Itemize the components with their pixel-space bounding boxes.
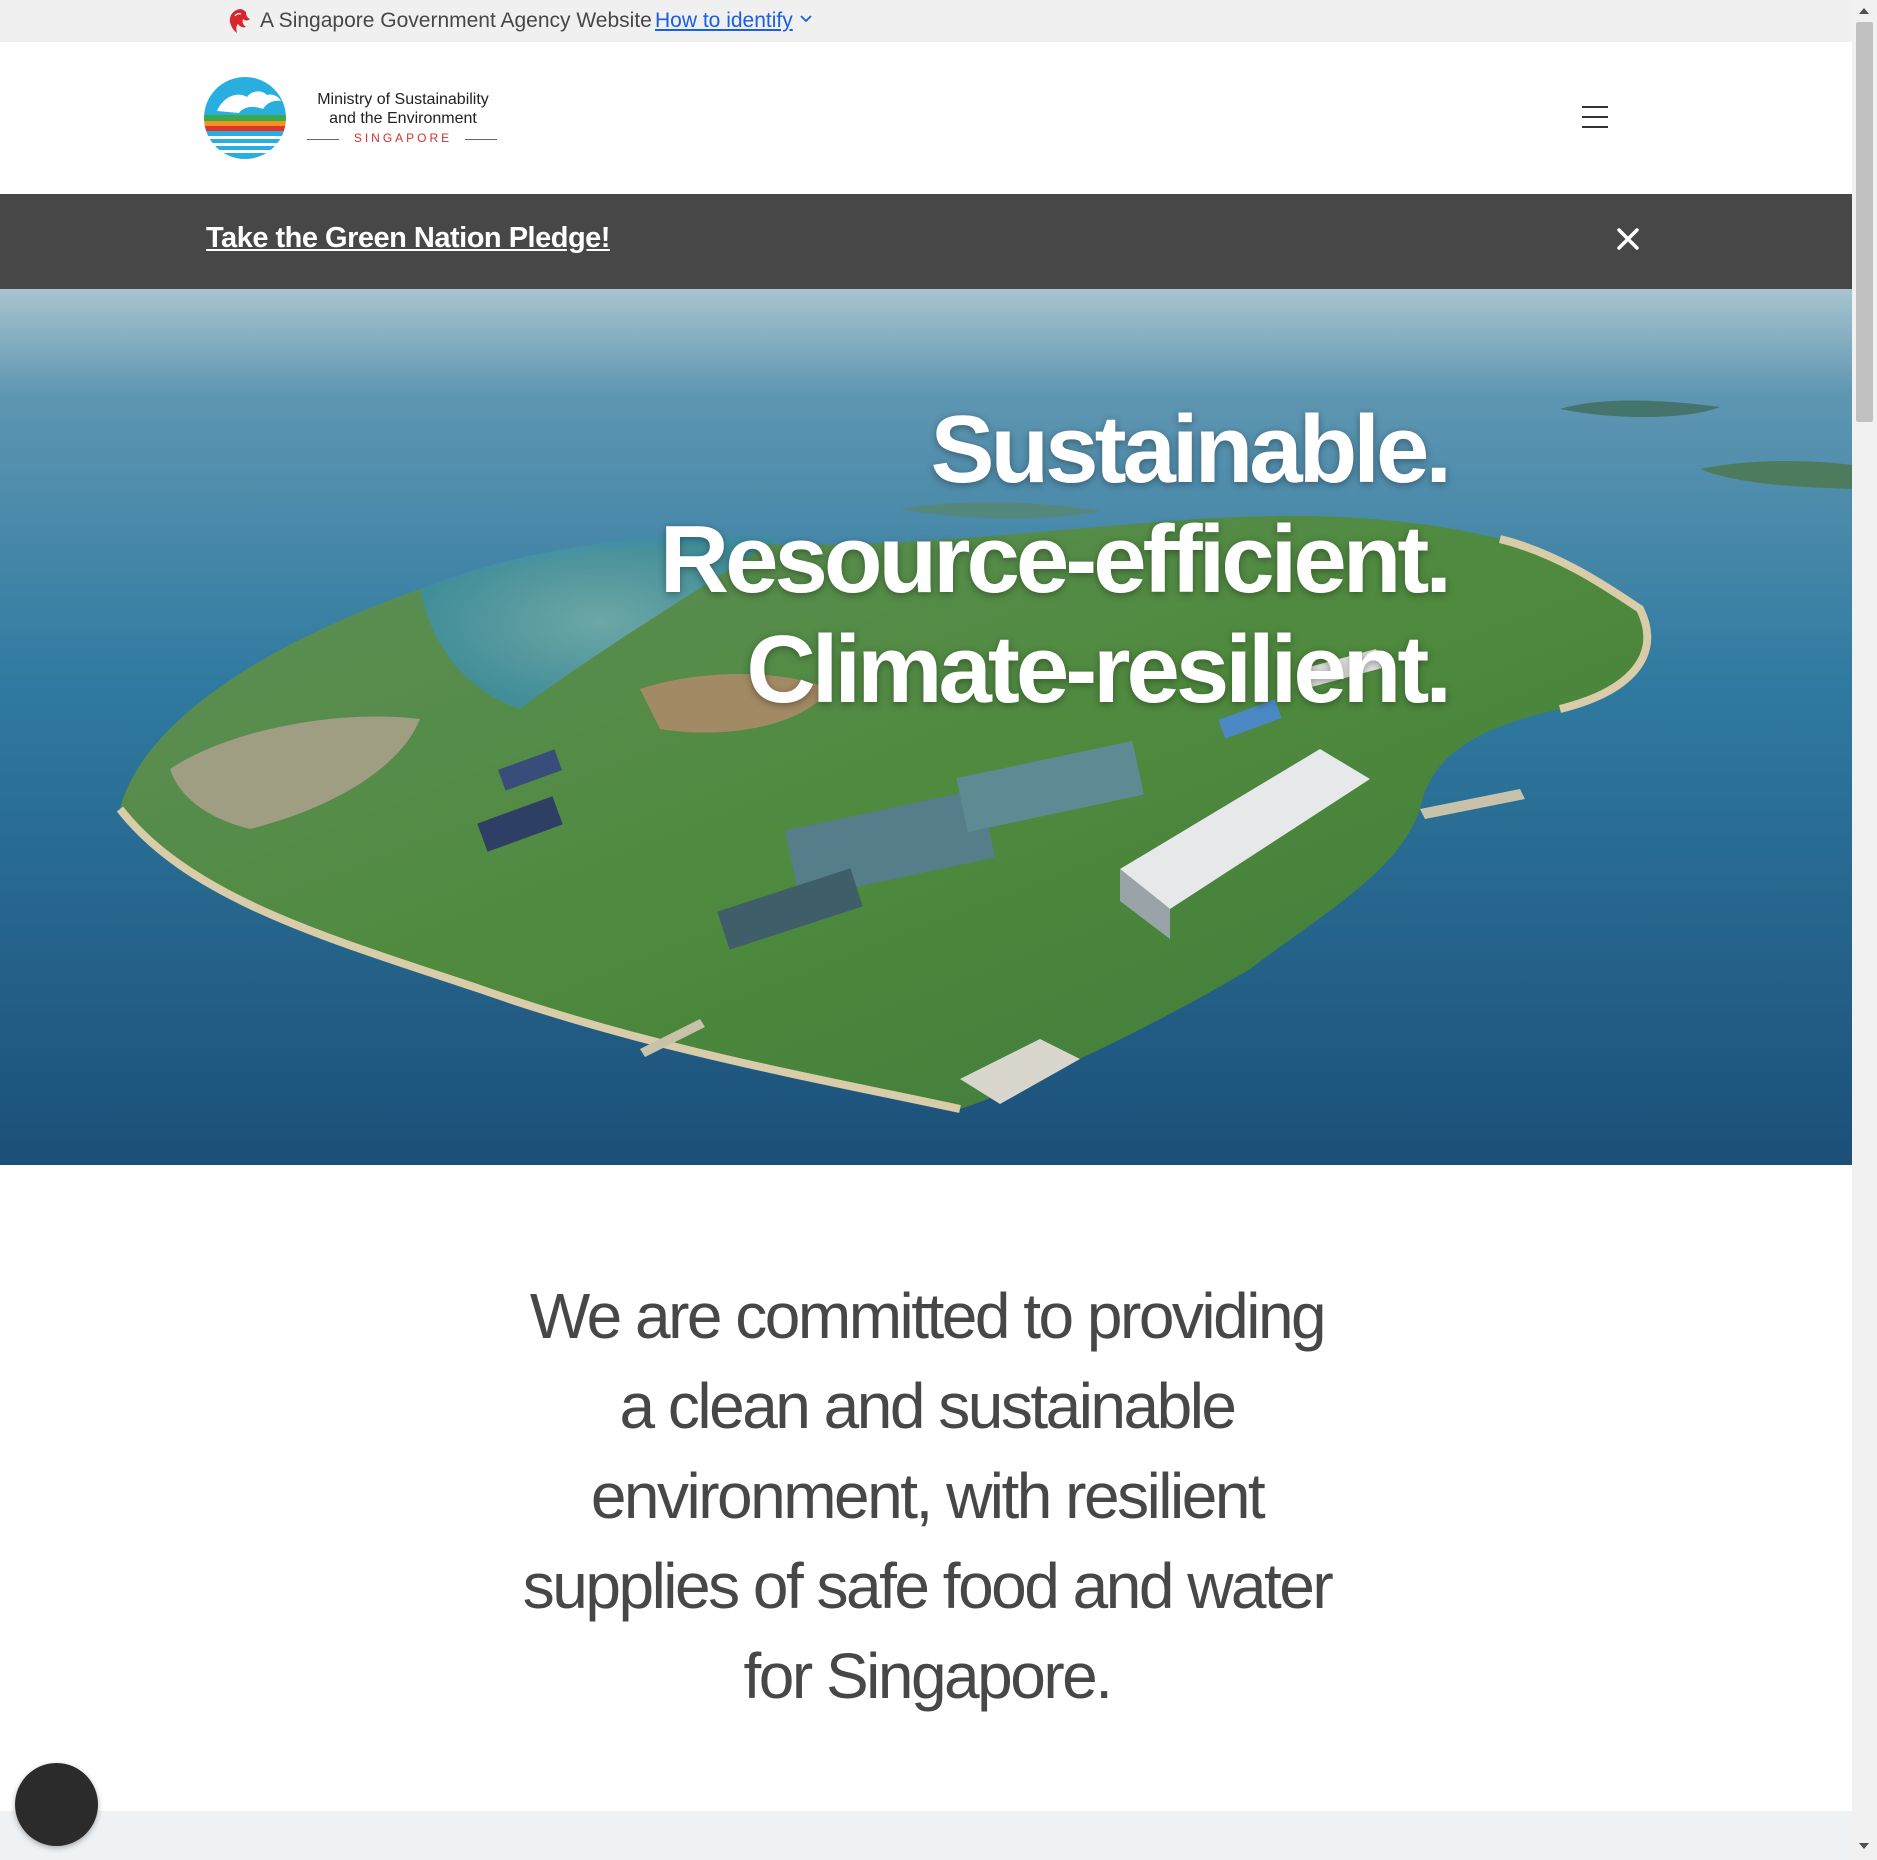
announcement-bar: Take the Green Nation Pledge! bbox=[0, 194, 1852, 289]
scrollbar-thumb[interactable] bbox=[1856, 22, 1873, 422]
chevron-down-icon[interactable] bbox=[799, 14, 813, 24]
hero-tagline: Sustainable. Resource-efficient. Climate… bbox=[659, 395, 1453, 725]
lion-head-icon bbox=[229, 9, 250, 33]
close-icon[interactable] bbox=[1613, 224, 1643, 254]
logo-country: SINGAPORE bbox=[353, 131, 453, 145]
mission-line-4: supplies of safe food and water bbox=[522, 1550, 1334, 1622]
logo-rule-right bbox=[465, 139, 497, 140]
tagline-line-2: Resource-efficient. bbox=[659, 506, 1452, 613]
site-header: Ministry of Sustainability and the Envir… bbox=[0, 42, 1852, 194]
mission-line-3: environment, with resilient bbox=[590, 1460, 1266, 1532]
mission-line-5: for Singapore. bbox=[743, 1640, 1113, 1712]
hamburger-icon-bar-middle bbox=[1582, 116, 1608, 118]
mse-emblem-icon bbox=[204, 77, 286, 159]
page: A Singapore Government Agency Website Ho… bbox=[0, 0, 1852, 1860]
scroll-up-arrow-icon[interactable] bbox=[1859, 8, 1869, 14]
hamburger-icon-bar-top bbox=[1582, 106, 1608, 108]
hero-banner: Sustainable. Resource-efficient. Climate… bbox=[0, 289, 1852, 1165]
agency-text: A Singapore Government Agency Website bbox=[260, 9, 652, 32]
tagline-line-3: Climate-resilient. bbox=[746, 616, 1452, 723]
chat-widget-button[interactable] bbox=[15, 1763, 98, 1846]
mse-logo[interactable]: Ministry of Sustainability and the Envir… bbox=[203, 75, 503, 161]
logo-text-line2: and the Environment bbox=[329, 110, 477, 127]
mission-statement: We are committed to providing a clean an… bbox=[502, 1271, 1352, 1721]
mission-line-1: We are committed to providing bbox=[529, 1280, 1327, 1352]
green-nation-pledge-link[interactable]: Take the Green Nation Pledge! bbox=[206, 222, 610, 255]
next-section bbox=[0, 1811, 1852, 1860]
how-to-identify-link[interactable]: How to identify bbox=[655, 8, 793, 34]
gov-masthead: A Singapore Government Agency Website Ho… bbox=[0, 0, 1852, 42]
scroll-down-arrow-icon[interactable] bbox=[1859, 1843, 1869, 1849]
hamburger-menu-button[interactable] bbox=[1582, 106, 1608, 128]
mission-line-2: a clean and sustainable bbox=[619, 1370, 1238, 1442]
vertical-scrollbar[interactable] bbox=[1852, 0, 1877, 1860]
tagline-line-1: Sustainable. bbox=[930, 396, 1453, 503]
mission-section: We are committed to providing a clean an… bbox=[0, 1165, 1852, 1811]
hamburger-icon-bar-bottom bbox=[1582, 126, 1608, 128]
logo-text-line1: Ministry of Sustainability bbox=[317, 91, 489, 108]
